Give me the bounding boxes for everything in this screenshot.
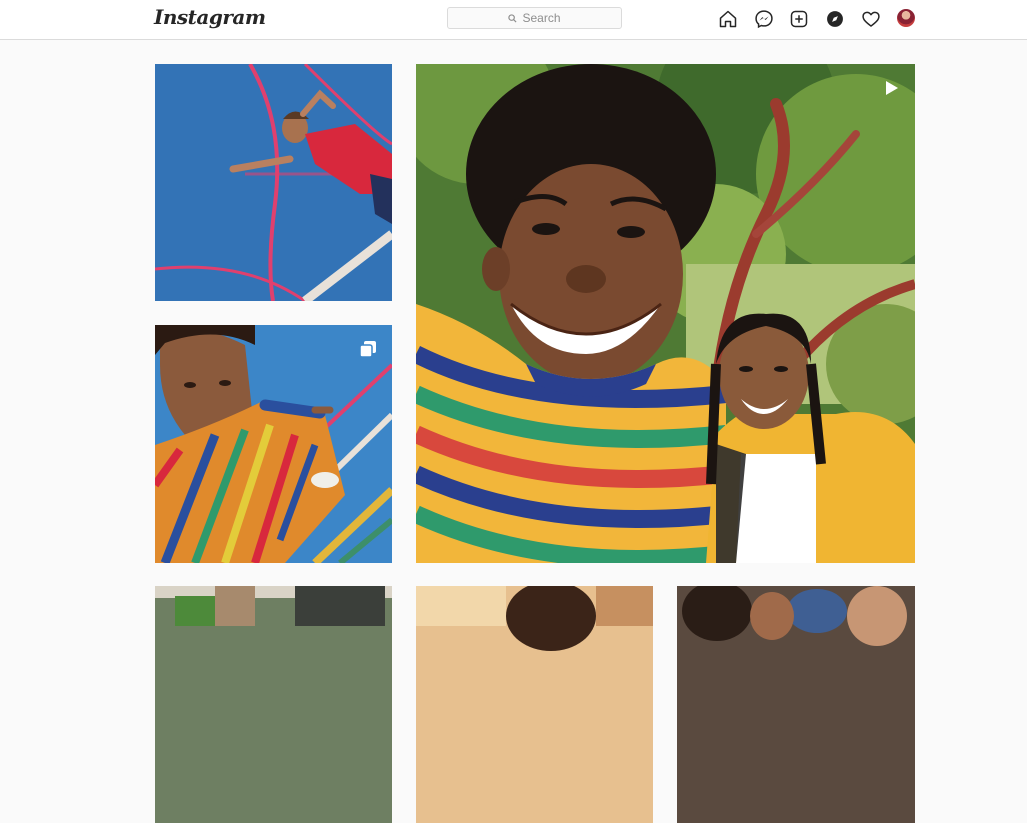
activity-heart-icon[interactable]: [860, 8, 881, 29]
top-navigation-bar: Instagram Search: [0, 0, 1027, 40]
post-image-4: [155, 586, 392, 823]
search-placeholder: Search: [522, 11, 561, 25]
search-icon: [508, 13, 517, 23]
post-tile-6[interactable]: [677, 586, 915, 823]
new-post-icon[interactable]: [788, 8, 809, 29]
messenger-icon[interactable]: [753, 8, 774, 29]
post-image-court-lying: [155, 64, 392, 301]
post-tile-1[interactable]: [155, 64, 392, 301]
post-image-6: [677, 586, 915, 823]
home-icon[interactable]: [717, 8, 738, 29]
post-tile-4[interactable]: [155, 586, 392, 823]
profile-avatar[interactable]: [897, 9, 915, 27]
explore-icon[interactable]: [824, 8, 845, 29]
search-input[interactable]: Search: [447, 7, 622, 29]
post-tile-3-featured[interactable]: [416, 64, 915, 563]
post-image-5: [416, 586, 653, 823]
video-icon: [886, 81, 898, 95]
post-image-selfie-tree: [416, 64, 915, 563]
carousel-icon: [359, 341, 376, 358]
post-image-striped-shirt: [155, 325, 392, 563]
post-tile-2[interactable]: [155, 325, 392, 563]
post-tile-5[interactable]: [416, 586, 653, 823]
instagram-logo[interactable]: Instagram: [154, 5, 266, 29]
